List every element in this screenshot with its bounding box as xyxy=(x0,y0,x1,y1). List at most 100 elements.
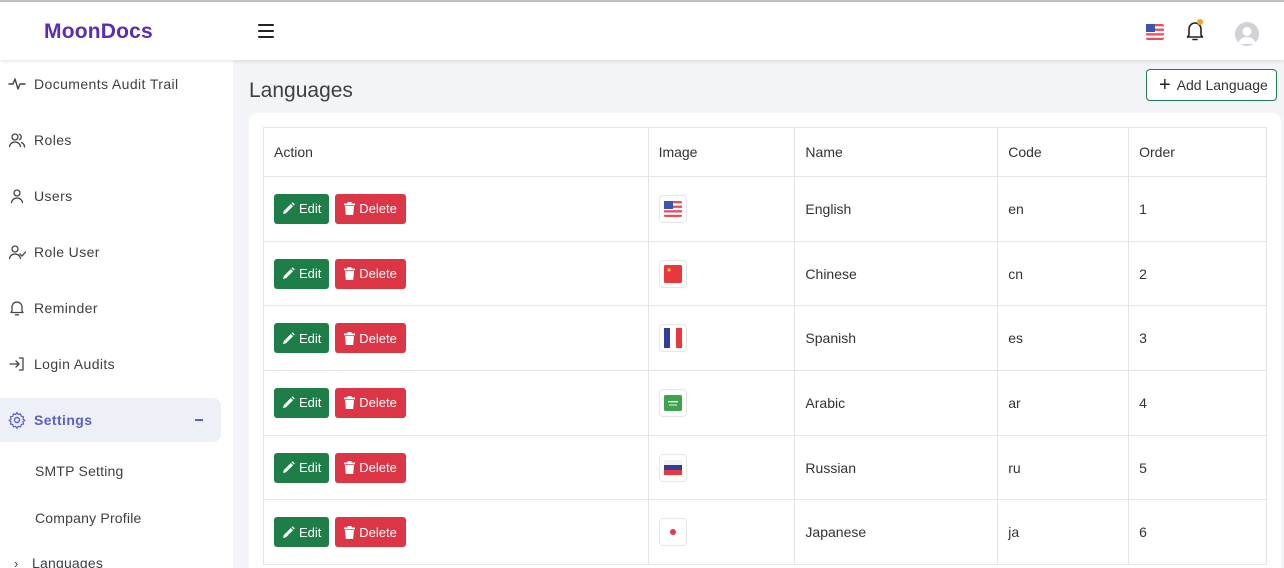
table-row: Edit Delete Arabic ar 4 xyxy=(263,370,1267,436)
sidebar-item-label: Role User xyxy=(34,244,100,260)
language-flag-icon[interactable] xyxy=(1146,24,1164,40)
column-header-code[interactable]: Code xyxy=(997,127,1130,177)
delete-button[interactable]: Delete xyxy=(335,387,406,418)
name-cell: Russian xyxy=(794,434,999,501)
image-cell xyxy=(647,240,796,307)
column-header-order[interactable]: Order xyxy=(1128,127,1267,177)
sidebar-item-documents-audit-trail[interactable]: Documents Audit Trail xyxy=(0,62,233,106)
edit-label: Edit xyxy=(299,395,322,411)
table-row: Edit Delete Spanish es 3 xyxy=(263,305,1267,372)
order-cell: 1 xyxy=(1128,176,1267,242)
edit-label: Edit xyxy=(299,330,322,346)
us-flag-icon xyxy=(658,194,687,223)
column-header-action[interactable]: Action xyxy=(263,127,649,177)
trash-icon xyxy=(344,202,356,216)
delete-label: Delete xyxy=(359,395,397,411)
delete-label: Delete xyxy=(359,524,397,540)
image-cell xyxy=(647,370,796,436)
delete-label: Delete xyxy=(359,266,397,282)
languages-table: Action Image Name Code Order Edit Delete… xyxy=(263,127,1267,566)
sidebar-item-label: Roles xyxy=(34,132,72,148)
trash-icon xyxy=(344,396,356,410)
user-avatar[interactable] xyxy=(1235,22,1259,46)
sidebar-item-label: Users xyxy=(34,188,73,204)
pencil-icon xyxy=(283,461,295,474)
france-flag-icon xyxy=(658,324,687,353)
delete-button[interactable]: Delete xyxy=(335,258,406,289)
pencil-icon xyxy=(283,202,295,215)
delete-button[interactable]: Delete xyxy=(335,452,406,483)
edit-button[interactable]: Edit xyxy=(274,387,330,418)
sidebar-item-users[interactable]: Users xyxy=(0,174,233,218)
top-bar: MoonDocs xyxy=(0,0,1284,60)
pencil-icon xyxy=(283,525,295,538)
page-title: Languages xyxy=(249,79,353,102)
table-header-row: Action Image Name Code Order xyxy=(263,127,1267,177)
edit-button[interactable]: Edit xyxy=(274,517,330,548)
sidebar-item-label: Reminder xyxy=(34,300,98,316)
sidebar-item-label: Documents Audit Trail xyxy=(34,76,179,92)
add-language-button[interactable]: + Add Language xyxy=(1146,69,1277,101)
sidebar-subitem-languages[interactable]: › Languages xyxy=(14,555,103,568)
column-header-image[interactable]: Image xyxy=(647,127,796,177)
plus-icon: + xyxy=(1159,74,1171,96)
delete-label: Delete xyxy=(359,460,397,476)
chevron-right-icon: › xyxy=(14,556,19,568)
edit-button[interactable]: Edit xyxy=(274,193,330,224)
gear-icon xyxy=(8,411,26,429)
trash-icon xyxy=(344,331,356,345)
edit-label: Edit xyxy=(299,460,322,476)
pencil-icon xyxy=(283,396,295,409)
delete-label: Delete xyxy=(359,330,397,346)
trash-icon xyxy=(344,267,356,281)
order-cell: 4 xyxy=(1128,370,1267,436)
users-icon xyxy=(8,131,26,149)
order-cell: 5 xyxy=(1128,434,1267,501)
sidebar-item-role-user[interactable]: Role User xyxy=(0,230,233,274)
pencil-icon xyxy=(283,267,295,280)
action-cell: Edit Delete xyxy=(263,434,649,501)
add-language-label: Add Language xyxy=(1176,77,1268,93)
action-cell: Edit Delete xyxy=(263,240,649,307)
saudi-flag-icon xyxy=(658,388,687,417)
order-cell: 6 xyxy=(1128,499,1267,566)
edit-button[interactable]: Edit xyxy=(274,323,330,354)
delete-label: Delete xyxy=(359,201,397,217)
brand-logo[interactable]: MoonDocs xyxy=(44,20,153,44)
sidebar-item-reminder[interactable]: Reminder xyxy=(0,286,233,330)
name-cell: Arabic xyxy=(794,370,999,436)
order-cell: 2 xyxy=(1128,240,1267,307)
image-cell xyxy=(647,305,796,372)
menu-toggle-icon[interactable] xyxy=(258,24,274,38)
sidebar: Documents Audit Trail Roles Users Role U… xyxy=(0,60,233,568)
sidebar-subitem-company-profile[interactable]: Company Profile xyxy=(35,510,142,526)
edit-button[interactable]: Edit xyxy=(274,258,330,289)
image-cell xyxy=(647,434,796,501)
log-in-icon xyxy=(8,355,26,373)
action-cell: Edit Delete xyxy=(263,499,649,566)
code-cell: ru xyxy=(997,434,1130,501)
sidebar-item-roles[interactable]: Roles xyxy=(0,118,233,162)
delete-button[interactable]: Delete xyxy=(335,323,406,354)
sidebar-subitem-smtp-setting[interactable]: SMTP Setting xyxy=(35,463,124,479)
column-header-name[interactable]: Name xyxy=(794,127,999,177)
code-cell: es xyxy=(997,305,1130,372)
collapse-icon[interactable] xyxy=(195,419,203,421)
table-row: Edit Delete Japanese ja 6 xyxy=(263,499,1267,566)
sidebar-item-label: Settings xyxy=(34,412,93,428)
code-cell: ar xyxy=(997,370,1130,436)
edit-button[interactable]: Edit xyxy=(274,452,330,483)
pencil-icon xyxy=(283,331,295,344)
sidebar-item-login-audits[interactable]: Login Audits xyxy=(0,342,233,386)
name-cell: Japanese xyxy=(794,499,999,566)
delete-button[interactable]: Delete xyxy=(335,517,406,548)
russia-flag-icon xyxy=(658,453,687,482)
edit-label: Edit xyxy=(299,524,322,540)
action-cell: Edit Delete xyxy=(263,370,649,436)
sidebar-item-settings[interactable]: Settings xyxy=(0,398,221,442)
action-cell: Edit Delete xyxy=(263,176,649,242)
notification-bell-icon[interactable] xyxy=(1185,19,1205,42)
code-cell: en xyxy=(997,176,1130,242)
name-cell: Chinese xyxy=(794,240,999,307)
delete-button[interactable]: Delete xyxy=(335,193,406,224)
